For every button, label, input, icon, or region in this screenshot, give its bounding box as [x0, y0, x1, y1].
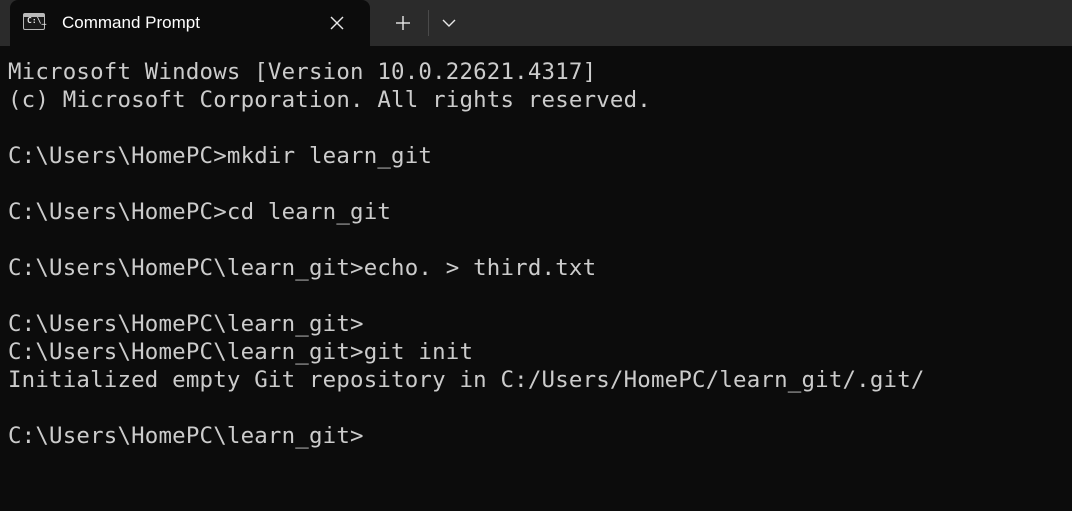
new-tab-button[interactable] — [388, 8, 418, 38]
terminal-prompt-line: C:\Users\HomePC\learn_git> — [8, 423, 364, 449]
terminal-line: Initialized empty Git repository in C:/U… — [8, 367, 925, 393]
cmd-icon: C:\_ — [23, 13, 47, 30]
terminal-line: C:\Users\HomePC\learn_git>echo. > third.… — [8, 255, 597, 281]
terminal-output[interactable]: Microsoft Windows [Version 10.0.22621.43… — [0, 46, 1072, 511]
tab-separator — [428, 10, 429, 36]
close-tab-button[interactable] — [325, 11, 349, 35]
tab-command-prompt[interactable]: C:\_ Command Prompt — [10, 0, 370, 46]
plus-icon — [396, 16, 410, 30]
terminal-line: Microsoft Windows [Version 10.0.22621.43… — [8, 59, 597, 85]
terminal-line: C:\Users\HomePC>mkdir learn_git — [8, 143, 433, 169]
cmd-icon-glyph: C:\_ — [27, 16, 47, 25]
close-icon — [330, 16, 344, 30]
tab-title: Command Prompt — [62, 13, 200, 32]
title-bar: C:\_ Command Prompt — [0, 0, 1072, 46]
terminal-line: C:\Users\HomePC\learn_git>git init — [8, 339, 474, 365]
terminal-line: (c) Microsoft Corporation. All rights re… — [8, 87, 651, 113]
terminal-line: C:\Users\HomePC>cd learn_git — [8, 199, 392, 225]
terminal-line: C:\Users\HomePC\learn_git> — [8, 311, 364, 337]
chevron-down-icon — [442, 19, 456, 27]
tab-dropdown-button[interactable] — [436, 8, 462, 38]
